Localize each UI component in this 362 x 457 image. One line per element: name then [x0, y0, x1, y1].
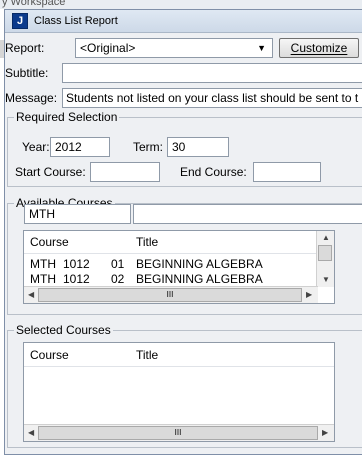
scroll-right-icon[interactable]: ▶: [306, 290, 312, 299]
row-subject: MTH: [30, 272, 56, 286]
selected-header-course[interactable]: Course: [30, 348, 69, 362]
grid-header-divider: [24, 366, 334, 367]
start-course-input[interactable]: [90, 162, 160, 182]
required-selection-legend: Required Selection: [14, 110, 120, 124]
class-list-report-window: J Class List Report Report: <Original> ▼…: [4, 9, 362, 455]
selected-courses-grid[interactable]: Course Title ◀ III ▶: [23, 342, 335, 442]
window-title: Class List Report: [34, 15, 118, 27]
end-course-label: End Course:: [180, 165, 247, 179]
subtitle-label: Subtitle:: [5, 66, 49, 80]
course-filter-input[interactable]: MTH: [24, 204, 131, 224]
subtitle-input[interactable]: [62, 63, 362, 83]
row-title: BEGINNING ALGEBRA: [136, 257, 263, 271]
row-number: 1012: [63, 257, 90, 271]
vertical-scroll-thumb[interactable]: [318, 245, 332, 261]
selected-header-title[interactable]: Title: [136, 348, 158, 362]
year-label: Year:: [22, 140, 50, 154]
row-title: BEGINNING ALGEBRA: [136, 272, 263, 286]
grip-icon: III: [166, 290, 174, 299]
selected-horizontal-scrollbar[interactable]: ◀ III ▶: [24, 424, 334, 441]
scroll-down-icon[interactable]: ▼: [322, 275, 330, 284]
report-select[interactable]: <Original> ▼: [75, 38, 273, 58]
row-number: 1012: [63, 272, 90, 286]
horizontal-scroll-thumb[interactable]: III: [38, 426, 318, 440]
row-section: 02: [111, 272, 125, 286]
app-icon: J: [12, 13, 28, 29]
report-label: Report:: [5, 41, 45, 55]
message-input[interactable]: Students not listed on your class list s…: [62, 88, 362, 108]
year-input[interactable]: 2012: [50, 137, 110, 157]
available-courses-grid[interactable]: Course Title MTH 1012 01 BEGINNING ALGEB…: [23, 230, 335, 304]
scroll-up-icon[interactable]: ▲: [322, 233, 330, 242]
customize-button[interactable]: Customize: [279, 38, 359, 58]
report-select-value: <Original>: [80, 41, 136, 55]
row-section: 01: [111, 257, 125, 271]
available-horizontal-scrollbar[interactable]: ◀ III ▶: [24, 286, 318, 303]
window-titlebar[interactable]: J Class List Report: [5, 10, 362, 33]
available-header-course[interactable]: Course: [30, 235, 69, 249]
available-vertical-scrollbar[interactable]: ▲ ▼: [316, 231, 334, 287]
scroll-right-icon[interactable]: ▶: [322, 428, 328, 437]
available-header-title[interactable]: Title: [136, 235, 158, 249]
term-input[interactable]: 30: [167, 137, 229, 157]
start-course-label: Start Course:: [15, 165, 86, 179]
horizontal-scroll-thumb[interactable]: III: [38, 288, 302, 302]
row-subject: MTH: [30, 257, 56, 271]
course-filter-extra-input[interactable]: [133, 204, 362, 224]
chevron-down-icon[interactable]: ▼: [257, 43, 268, 53]
message-label: Message:: [5, 91, 58, 105]
grip-icon: III: [174, 428, 182, 437]
background-window-title: y Workspace: [2, 0, 66, 8]
scroll-left-icon[interactable]: ◀: [28, 290, 34, 299]
selected-courses-legend: Selected Courses: [14, 323, 113, 337]
scroll-left-icon[interactable]: ◀: [28, 428, 34, 437]
customize-button-label: Customize: [290, 41, 348, 55]
grid-header-divider: [24, 253, 318, 254]
term-label: Term:: [133, 140, 163, 154]
end-course-input[interactable]: [253, 162, 321, 182]
